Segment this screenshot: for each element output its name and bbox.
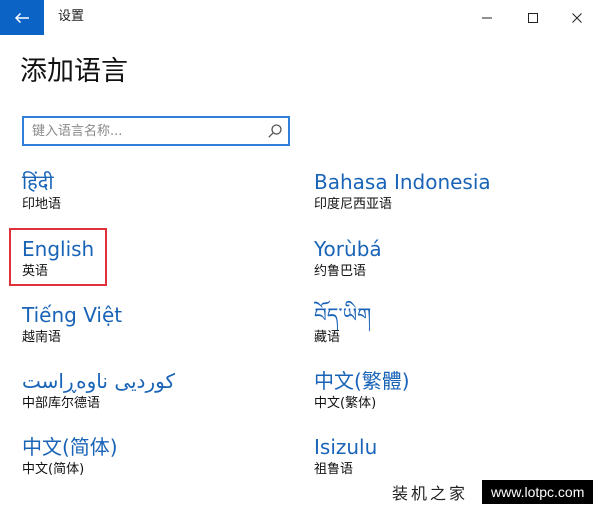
language-chinese-name: 印地语 [22,197,62,212]
language-chinese-name: 约鲁巴语 [314,264,367,279]
language-item-hindi[interactable]: हिंदी 印地语 [22,168,262,218]
language-native-name: Yorùbá [314,237,382,261]
close-icon [572,12,582,23]
page-title: 添加语言 [20,56,128,87]
language-item-chinese-simplified[interactable]: 中文(简体) 中文(简体) [22,433,262,483]
minimize-button[interactable] [464,0,510,35]
language-item-vietnamese[interactable]: Tiếng Việt 越南语 [22,301,262,351]
language-chinese-name: 中部库尔德语 [22,396,101,411]
back-button[interactable] [0,0,44,35]
maximize-icon [528,12,538,23]
language-item-yoruba[interactable]: Yorùbá 约鲁巴语 [314,235,554,285]
language-item-tibetan[interactable]: བོད་ཡིག 藏语 [314,301,554,351]
language-native-name: English [22,237,95,261]
language-item-indonesian[interactable]: Bahasa Indonesia 印度尼西亚语 [314,168,554,218]
search-icon[interactable] [267,123,283,139]
watermark-text: 装机之家 [392,484,469,503]
language-chinese-name: 中文(繁体) [314,396,377,411]
language-item-zulu[interactable]: Isizulu 祖鲁语 [314,433,554,483]
language-chinese-name: 祖鲁语 [314,462,354,477]
language-native-name: 中文(简体) [22,435,118,459]
maximize-button[interactable] [510,0,556,35]
language-chinese-name: 藏语 [314,330,341,345]
back-arrow-icon [14,12,29,23]
language-native-name: 中文(繁體) [314,369,410,393]
language-item-central-kurdish[interactable]: کوردیی ناوەڕاست 中部库尔德语 [22,367,262,417]
language-chinese-name: 英语 [22,264,49,279]
minimize-icon [482,17,492,18]
language-native-name: བོད་ཡིག [314,303,372,327]
close-button[interactable] [554,0,600,35]
watermark-url: www.lotpc.com [482,480,594,504]
window-title: 设置 [58,9,85,24]
watermark: 装机之家 www.lotpc.com [392,480,594,504]
language-native-name: हिंदी [22,170,54,194]
search-box[interactable] [22,116,290,146]
language-chinese-name: 中文(简体) [22,462,85,477]
title-bar: 设置 [0,0,600,35]
language-native-name: Tiếng Việt [22,303,123,327]
language-native-name: Isizulu [314,435,378,459]
language-item-english[interactable]: English 英语 [22,235,262,285]
language-chinese-name: 印度尼西亚语 [314,197,393,212]
language-item-chinese-traditional[interactable]: 中文(繁體) 中文(繁体) [314,367,554,417]
search-input[interactable] [32,118,262,144]
language-chinese-name: 越南语 [22,330,62,345]
language-native-name: Bahasa Indonesia [314,170,491,194]
language-native-name: کوردیی ناوەڕاست [22,369,175,393]
